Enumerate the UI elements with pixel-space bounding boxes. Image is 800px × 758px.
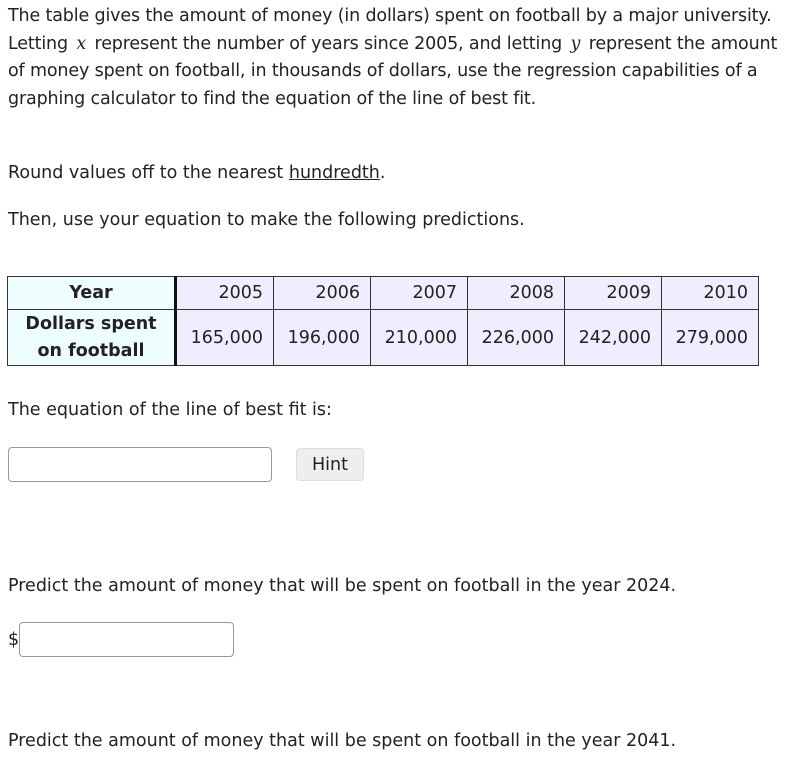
prediction-2024-input[interactable] (19, 622, 234, 657)
prediction-2041-label: Predict the amount of money that will be… (8, 731, 677, 751)
year-cell: 2008 (467, 276, 565, 310)
variable-y: y (570, 33, 581, 54)
table-row-year: Year 2005 2006 2007 2008 2009 2010 (7, 276, 759, 310)
row-header-year: Year (7, 276, 177, 310)
dollars-cell: 196,000 (273, 309, 371, 366)
year-cell: 2010 (661, 276, 759, 310)
equation-label: The equation of the line of best fit is: (8, 400, 332, 420)
predictions-instruction: Then, use your equation to make the foll… (8, 210, 525, 230)
dollars-cell: 226,000 (467, 309, 565, 366)
equation-input[interactable] (8, 447, 272, 482)
rounding-suffix: . (379, 163, 386, 183)
rounding-prefix: Round values off to the nearest (8, 163, 289, 183)
table-row-dollars: Dollars spent on football 165,000 196,00… (7, 309, 759, 366)
dollars-cell: 242,000 (564, 309, 662, 366)
hundredth-link[interactable]: hundredth (289, 163, 380, 183)
problem-statement: The table gives the amount of money (in … (8, 3, 788, 113)
year-cell: 2006 (273, 276, 371, 310)
data-table: Year 2005 2006 2007 2008 2009 2010 Dolla… (7, 276, 759, 366)
year-cell: 2005 (175, 276, 274, 310)
prediction-2024-label: Predict the amount of money that will be… (8, 576, 677, 596)
dollars-cell: 165,000 (175, 309, 274, 366)
hint-button[interactable]: Hint (296, 448, 364, 481)
intro-text-2: represent the number of years since 2005… (94, 33, 563, 54)
year-cell: 2009 (564, 276, 662, 310)
dollars-cell: 279,000 (661, 309, 759, 366)
dollar-sign: $ (8, 630, 20, 650)
variable-x: x (76, 33, 87, 54)
row-header-dollars: Dollars spent on football (7, 309, 177, 366)
year-cell: 2007 (370, 276, 468, 310)
rounding-instruction: Round values off to the nearest hundredt… (8, 160, 385, 187)
dollars-cell: 210,000 (370, 309, 468, 366)
